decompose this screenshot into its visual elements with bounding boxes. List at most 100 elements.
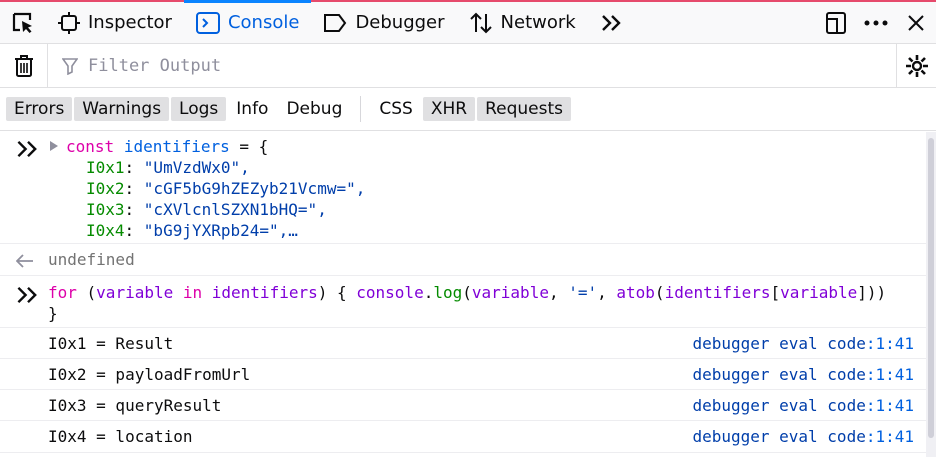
- property-value: "cGF5bG9hZEZyb21Vcmw=",: [143, 179, 366, 198]
- filter-requests-button[interactable]: Requests: [477, 97, 571, 121]
- expand-triangle-icon[interactable]: [50, 141, 58, 151]
- code-token: variable: [471, 283, 549, 302]
- source-location: :1:41: [865, 365, 914, 384]
- code-token: in: [173, 283, 212, 302]
- log-source-link[interactable]: debugger eval code:1:41: [692, 395, 914, 416]
- log-row: I0x2 = payloadFromUrl debugger eval code…: [0, 359, 926, 390]
- log-message: I0x1 = Result: [48, 334, 174, 353]
- close-icon: [908, 15, 924, 31]
- network-icon: [469, 12, 492, 33]
- more-options-button[interactable]: [856, 2, 896, 44]
- filter-xhr-button[interactable]: XHR: [422, 97, 476, 121]
- code-token: ,: [548, 283, 569, 302]
- code-token: variable: [96, 283, 174, 302]
- code-token: variable: [780, 283, 858, 302]
- source-location: :1:41: [865, 396, 914, 415]
- code-token: = {: [229, 137, 269, 156]
- source-location: :1:41: [865, 334, 914, 353]
- log-source-link[interactable]: debugger eval code:1:41: [692, 426, 914, 447]
- tab-network-label: Network: [500, 12, 576, 33]
- dock-side-icon: [826, 12, 846, 34]
- source-file: debugger eval code: [692, 396, 866, 415]
- close-devtools-button[interactable]: [896, 2, 936, 44]
- filter-icon: [61, 57, 79, 79]
- code-token: ) {: [317, 283, 357, 302]
- trash-icon: [14, 54, 33, 77]
- inspector-icon: [58, 11, 80, 34]
- code-line: I0x3: "cXVlcnlSZXN1bHQ=",: [86, 200, 327, 219]
- log-message: I0x3 = queryResult: [48, 396, 222, 415]
- filter-logs-button[interactable]: Logs: [171, 97, 227, 121]
- divider: [360, 96, 362, 122]
- element-picker-icon: [12, 12, 32, 33]
- code-token: identifiers: [211, 283, 318, 302]
- console-icon: [195, 11, 220, 34]
- tab-debugger-label: Debugger: [355, 12, 445, 33]
- property-value: "bG9jYXRpb24=",…: [143, 221, 298, 240]
- property-key: I0x3: [86, 200, 125, 219]
- code-token: for: [48, 283, 77, 302]
- log-source-link[interactable]: debugger eval code:1:41: [692, 364, 914, 385]
- output-scrollbar[interactable]: [926, 132, 936, 457]
- code-line: I0x2: "cGF5bG9hZEZyb21Vcmw=",: [86, 179, 366, 198]
- scrollbar-thumb[interactable]: [928, 138, 934, 438]
- filter-errors-button[interactable]: Errors: [6, 97, 73, 121]
- console-input-entry: const identifiers = { I0x1: "UmVzdWx0", …: [0, 132, 926, 244]
- filter-info-button[interactable]: Info: [228, 97, 276, 121]
- log-row: I0x3 = queryResult debugger eval code:1:…: [0, 390, 926, 421]
- code-line: I0x4: "bG9jYXRpb24=",…: [86, 221, 298, 240]
- code-token: (: [654, 283, 665, 302]
- filter-debug-button[interactable]: Debug: [278, 97, 350, 121]
- log-row: I0x4 = location debugger eval code:1:41: [0, 421, 926, 453]
- result-arrow-icon: [16, 254, 33, 268]
- code-token: const: [66, 137, 115, 156]
- debugger-icon: [324, 13, 347, 32]
- tab-console[interactable]: Console: [183, 0, 312, 44]
- source-location: :1:41: [865, 427, 914, 446]
- code-token: log: [433, 283, 463, 302]
- input-prompt-icon: [17, 140, 37, 158]
- tab-inspector-label: Inspector: [88, 12, 172, 33]
- source-file: debugger eval code: [692, 334, 866, 353]
- log-message: I0x4 = location: [48, 427, 193, 446]
- tab-inspector[interactable]: Inspector: [46, 2, 184, 44]
- console-input-entry: for (variable in identifiers) { console.…: [0, 276, 926, 328]
- tab-debugger[interactable]: Debugger: [311, 2, 456, 44]
- clear-console-button[interactable]: [0, 43, 48, 88]
- dock-side-button[interactable]: [816, 2, 856, 44]
- log-message: I0x2 = payloadFromUrl: [48, 365, 251, 384]
- filter-warnings-button[interactable]: Warnings: [74, 97, 170, 121]
- tab-network[interactable]: Network: [457, 2, 588, 44]
- log-row: I0x1 = Result debugger eval code:1:41: [0, 328, 926, 359]
- filter-output-input[interactable]: [62, 50, 882, 81]
- filter-css-button[interactable]: CSS: [371, 97, 420, 121]
- element-picker-button[interactable]: [0, 2, 46, 44]
- code-token: atob: [616, 283, 655, 302]
- more-tabs-button[interactable]: [588, 2, 636, 44]
- property-key: I0x2: [86, 179, 125, 198]
- property-key: I0x1: [86, 158, 125, 177]
- code-token: '=': [568, 283, 598, 302]
- property-value: "UmVzdWx0",: [143, 158, 250, 177]
- more-options-icon: [864, 20, 888, 26]
- source-file: debugger eval code: [692, 427, 866, 446]
- input-prompt-icon: [17, 286, 37, 304]
- code-token: console: [356, 283, 424, 302]
- code-token: ,: [597, 283, 617, 302]
- code-line: I0x1: "UmVzdWx0",: [86, 158, 250, 177]
- console-settings-button[interactable]: [896, 44, 936, 88]
- code-token: identifiers: [664, 283, 771, 302]
- result-value: undefined: [48, 250, 135, 269]
- log-source-link[interactable]: debugger eval code:1:41: [692, 333, 914, 354]
- console-output: const identifiers = { I0x1: "UmVzdWx0", …: [0, 132, 926, 457]
- property-value: "cXVlcnlSZXN1bHQ=",: [143, 200, 327, 219]
- source-file: debugger eval code: [692, 365, 866, 384]
- code-token: .: [423, 283, 434, 302]
- code-token: (: [462, 283, 472, 302]
- chevrons-right-icon: [601, 14, 621, 31]
- tab-console-label: Console: [227, 12, 300, 33]
- code-line: }: [48, 303, 58, 324]
- log-level-filters: Errors Warnings Logs Info Debug CSS XHR …: [0, 88, 936, 131]
- code-line: const identifiers = {: [66, 136, 268, 157]
- devtools-toolbar: Inspector Console Debugger Network: [0, 0, 936, 44]
